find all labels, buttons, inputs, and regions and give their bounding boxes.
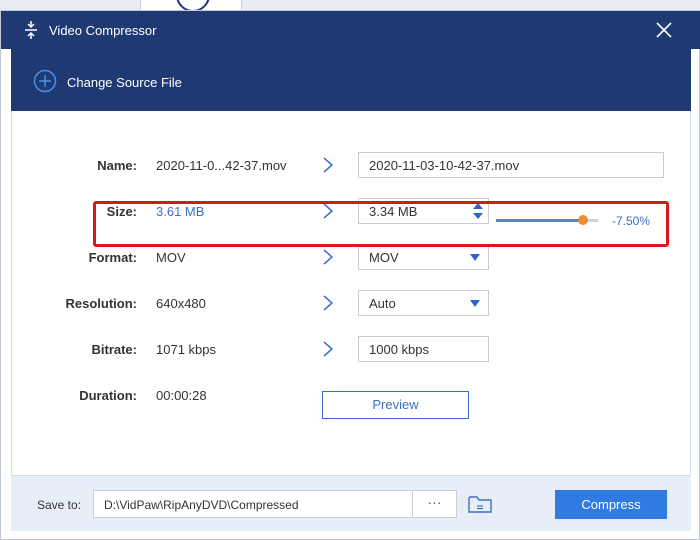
name-label: Name: [97, 158, 137, 173]
resolution-label: Resolution: [65, 296, 138, 311]
format-dropdown-value: MOV [369, 250, 399, 265]
bitrate-label: Bitrate: [91, 342, 137, 357]
chevron-right-icon [323, 341, 334, 357]
format-label: Format: [88, 250, 137, 265]
change-source-button[interactable]: Change Source File [11, 49, 691, 111]
duration-label: Duration: [79, 388, 137, 403]
dialog-title: Video Compressor [49, 23, 157, 38]
open-folder-icon[interactable] [467, 492, 493, 516]
footer-bar: Save to: D:\VidPaw\RipAnyDVD\Compressed … [11, 475, 691, 531]
source-name-value: 2020-11-0...42-37.mov [156, 158, 287, 173]
compress-icon [25, 21, 37, 39]
source-format-value: MOV [156, 250, 186, 265]
chevron-right-icon [323, 295, 334, 311]
change-source-label: Change Source File [67, 75, 182, 90]
browse-more-button[interactable]: ··· [412, 491, 456, 517]
save-path-text: D:\VidPaw\RipAnyDVD\Compressed [104, 498, 299, 512]
save-path-field[interactable]: D:\VidPaw\RipAnyDVD\Compressed ··· [93, 490, 457, 518]
bitrate-input[interactable]: 1000 kbps [358, 336, 489, 362]
format-dropdown[interactable]: MOV [358, 244, 489, 270]
resolution-dropdown[interactable]: Auto [358, 290, 489, 316]
video-compressor-dialog: Video Compressor Change Source File Name… [0, 10, 700, 540]
dropdown-arrow-icon [470, 300, 480, 307]
chevron-right-icon [323, 157, 334, 173]
source-bitrate-value: 1071 kbps [156, 342, 216, 357]
output-name-text: 2020-11-03-10-42-37.mov [369, 158, 520, 173]
resolution-dropdown-value: Auto [369, 296, 396, 311]
close-icon[interactable] [653, 19, 675, 41]
compress-button[interactable]: Compress [555, 490, 667, 519]
title-bar: Video Compressor [1, 11, 700, 49]
preview-button[interactable]: Preview [322, 391, 469, 419]
add-circle-icon [33, 69, 57, 93]
source-resolution-value: 640x480 [156, 296, 206, 311]
bitrate-input-value: 1000 kbps [369, 342, 429, 357]
dropdown-arrow-icon [470, 254, 480, 261]
source-duration-value: 00:00:28 [156, 388, 207, 403]
highlight-box [93, 201, 669, 247]
settings-panel: Name: 2020-11-0...42-37.mov 2020-11-03-1… [11, 111, 691, 475]
chevron-right-icon [323, 249, 334, 265]
output-name-input[interactable]: 2020-11-03-10-42-37.mov [358, 152, 664, 178]
save-to-label: Save to: [37, 498, 82, 512]
